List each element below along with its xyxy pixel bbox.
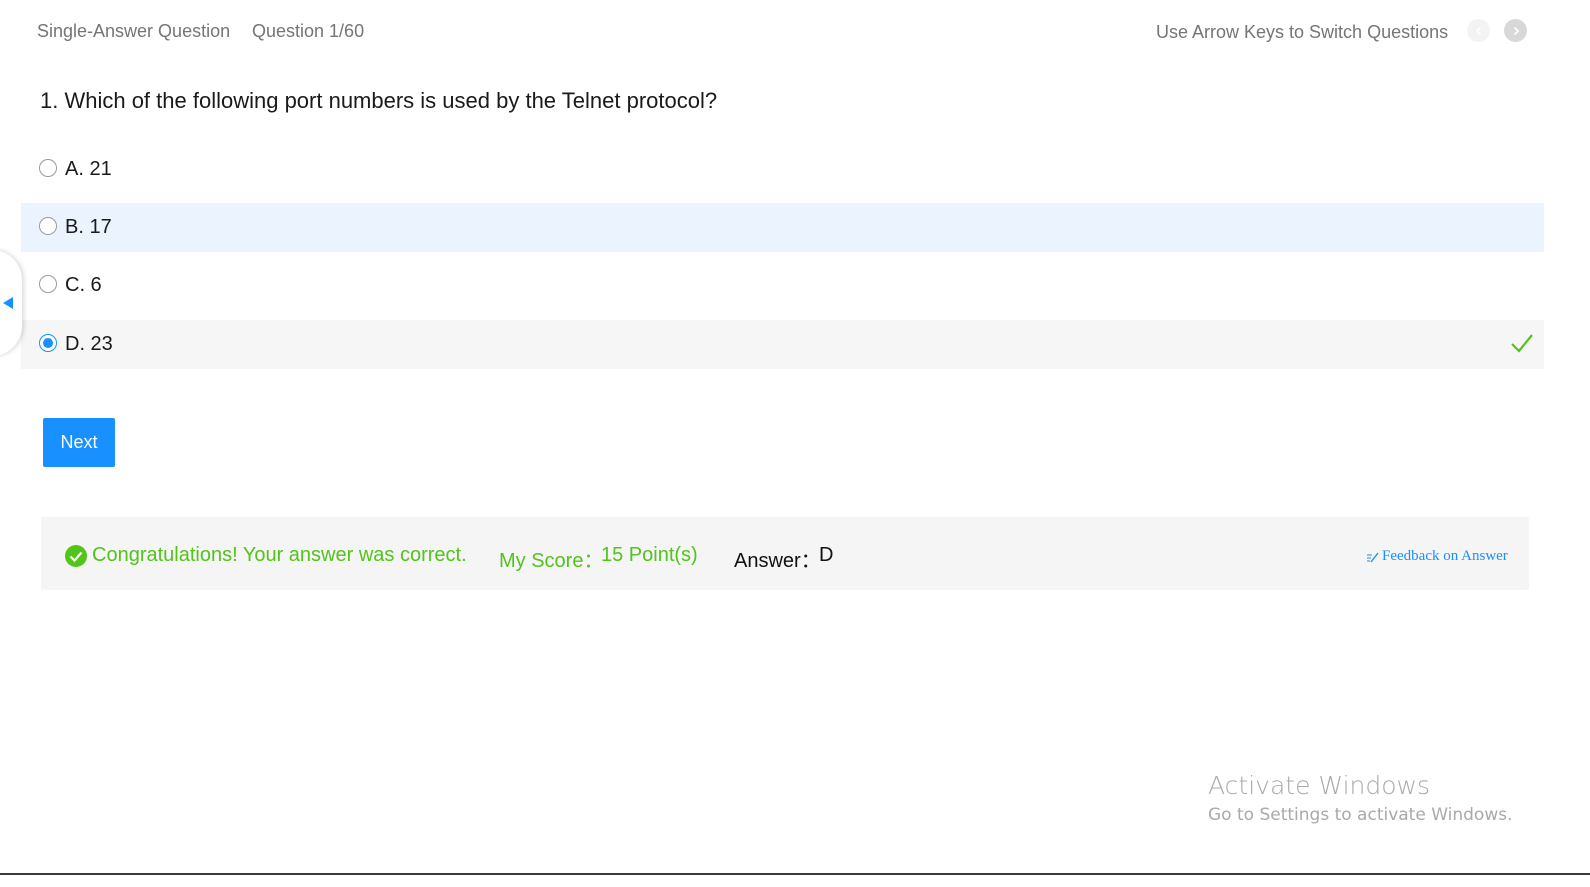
edit-icon — [1367, 552, 1379, 562]
next-question-arrow-button[interactable] — [1504, 19, 1527, 42]
option-a-radio[interactable] — [39, 159, 57, 177]
option-b-label: B. 17 — [65, 216, 112, 238]
correct-check-icon — [1511, 334, 1533, 353]
option-c-radio[interactable] — [39, 275, 57, 293]
question-text: 1. Which of the following port numbers i… — [40, 88, 718, 113]
chevron-right-icon — [1513, 26, 1519, 35]
option-b-radio[interactable] — [39, 217, 57, 235]
keyboard-hint: Use Arrow Keys to Switch Questions — [1156, 22, 1449, 42]
bottom-divider — [0, 873, 1590, 875]
option-a[interactable]: A. 21 — [21, 145, 1544, 194]
caret-left-icon — [3, 297, 13, 309]
question-type-label: Single-Answer Question — [37, 21, 231, 41]
result-panel: Congratulations! Your answer was correct… — [41, 517, 1529, 590]
score-value: 15 Point(s) — [601, 544, 698, 566]
option-b[interactable]: B. 17 — [21, 203, 1544, 252]
feedback-label: Feedback on Answer — [1382, 548, 1508, 564]
option-c[interactable]: C. 6 — [21, 261, 1544, 310]
result-message: Congratulations! Your answer was correct… — [92, 544, 467, 566]
option-d[interactable]: D. 23 — [21, 320, 1544, 369]
watermark-title: Activate Windows — [1208, 771, 1430, 800]
chevron-left-icon — [1475, 26, 1481, 35]
check-circle-icon — [65, 545, 87, 567]
question-counter: Question 1/60 — [252, 21, 365, 41]
option-c-label: C. 6 — [65, 274, 102, 296]
option-d-radio[interactable] — [39, 334, 57, 352]
previous-question-button[interactable] — [1467, 19, 1490, 42]
answer-value: D — [819, 544, 834, 566]
watermark-subtitle: Go to Settings to activate Windows. — [1208, 805, 1513, 825]
score-label: My Score： — [499, 550, 604, 572]
feedback-link[interactable]: Feedback on Answer — [1366, 548, 1508, 565]
option-a-label: A. 21 — [65, 158, 112, 180]
answer-label: Answer： — [734, 550, 821, 572]
next-button[interactable]: Next — [43, 418, 115, 467]
option-d-label: D. 23 — [65, 333, 113, 355]
question-header: Single-Answer Question Question 1/60 Use… — [0, 0, 1590, 64]
exam-page: Single-Answer Question Question 1/60 Use… — [0, 0, 1590, 887]
